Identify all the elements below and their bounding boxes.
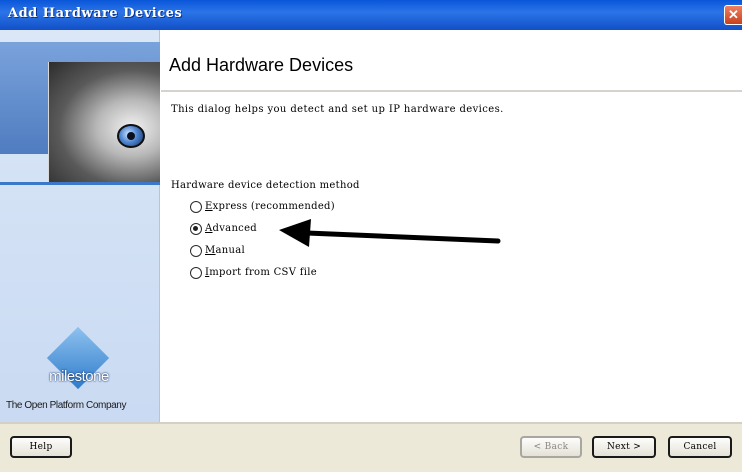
milestone-logo-text: milestone xyxy=(49,368,109,385)
eye-pupil xyxy=(127,132,135,140)
page-description: This dialog helps you detect and set up … xyxy=(171,104,504,115)
add-hardware-dialog: Add Hardware Devices ✕ milestone The Ope… xyxy=(0,0,742,472)
arrow-shaft xyxy=(304,230,501,244)
option-advanced[interactable]: Advanced xyxy=(190,220,257,236)
content-panel: Add Hardware Devices This dialog helps y… xyxy=(161,30,742,422)
eye-iris xyxy=(117,124,145,148)
next-button[interactable]: Next > xyxy=(592,436,656,458)
button-bar: Help < Back Next > Cancel xyxy=(0,422,742,472)
radio-import-csv[interactable] xyxy=(190,266,202,279)
option-express-label[interactable]: Express (recommended) xyxy=(205,201,335,212)
wolf-eye-image xyxy=(48,62,160,182)
sidebar: milestone The Open Platform Company xyxy=(0,30,160,422)
sidebar-divider xyxy=(0,182,160,185)
option-import-csv[interactable]: Import from CSV file xyxy=(190,264,317,280)
heading-divider xyxy=(161,90,742,92)
option-manual[interactable]: Manual xyxy=(190,242,245,258)
help-button[interactable]: Help xyxy=(10,436,72,458)
window-title: Add Hardware Devices xyxy=(8,6,183,21)
company-tagline: The Open Platform Company xyxy=(6,400,127,411)
arrow-head xyxy=(279,219,311,247)
page-heading: Add Hardware Devices xyxy=(169,55,354,75)
option-advanced-label[interactable]: Advanced xyxy=(205,223,257,234)
title-bar[interactable]: Add Hardware Devices ✕ xyxy=(0,0,742,30)
option-import-csv-label[interactable]: Import from CSV file xyxy=(205,267,317,278)
option-express[interactable]: Express (recommended) xyxy=(190,198,335,214)
detection-method-label: Hardware device detection method xyxy=(171,180,360,191)
cancel-button[interactable]: Cancel xyxy=(668,436,732,458)
close-icon[interactable]: ✕ xyxy=(724,5,742,25)
back-button[interactable]: < Back xyxy=(520,436,582,458)
option-manual-label[interactable]: Manual xyxy=(205,245,245,256)
radio-express[interactable] xyxy=(190,200,202,213)
radio-manual[interactable] xyxy=(190,244,202,257)
radio-advanced[interactable] xyxy=(190,222,202,235)
